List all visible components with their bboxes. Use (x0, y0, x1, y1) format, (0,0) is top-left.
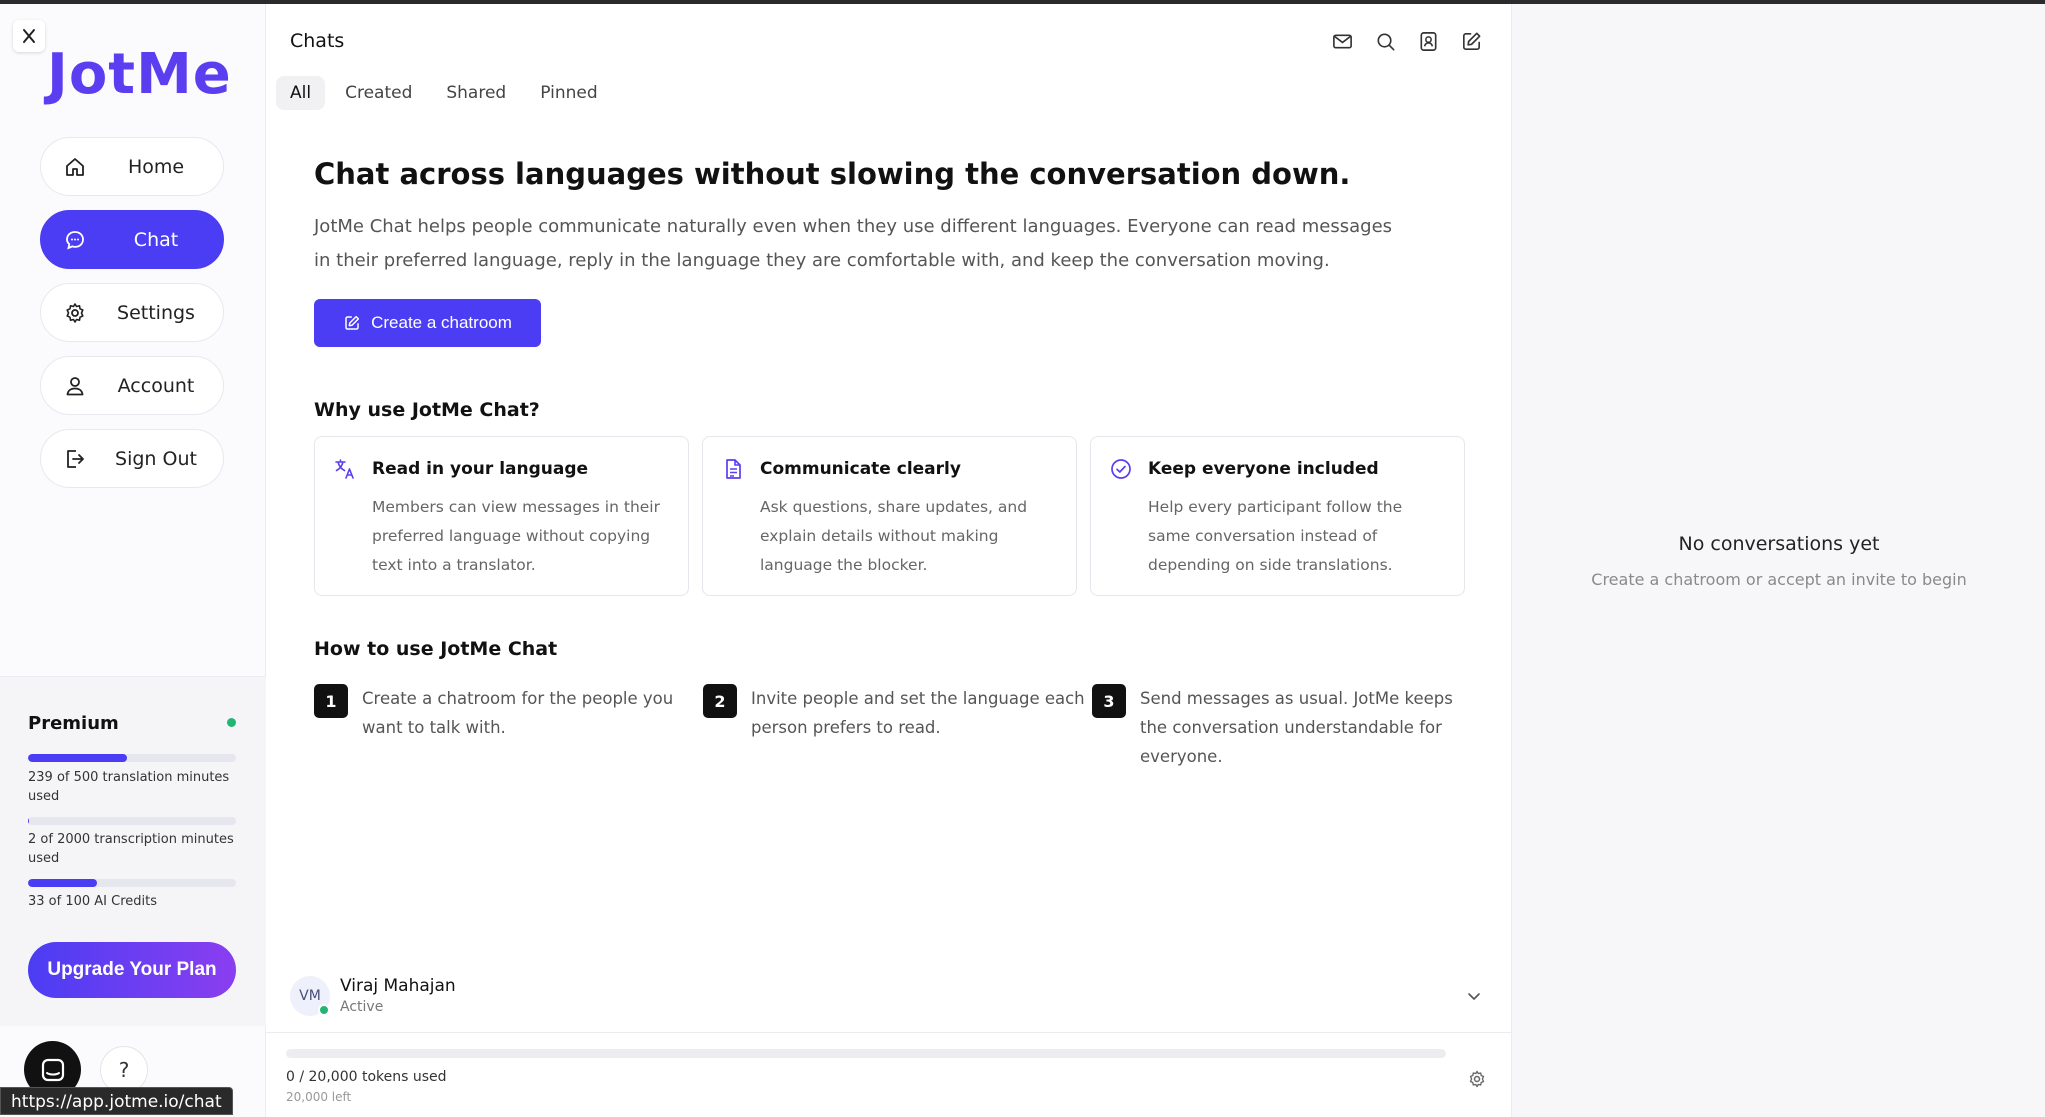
intro-text: JotMe Chat helps people communicate natu… (314, 216, 1393, 271)
step-text: Create a chatroom for the people you wan… (362, 689, 674, 737)
page-title: Chats (290, 30, 345, 52)
transcription-usage-label: 2 of 2000 transcription minutes used (28, 832, 234, 866)
sign-out-icon (67, 450, 84, 468)
header-actions (1331, 30, 1483, 53)
url-status-tooltip: https://app.jotme.io/chat (0, 1087, 233, 1115)
step-text: Invite people and set the language each … (751, 689, 1085, 737)
nav-account[interactable]: Account (40, 356, 224, 415)
online-status-dot (318, 1004, 330, 1016)
why-section-title: Why use JotMe Chat? (314, 399, 540, 421)
close-icon (23, 29, 35, 43)
ai-credits-usage-fill (28, 879, 97, 887)
feature-body: Members can view messages in their prefe… (372, 498, 660, 574)
message-box-icon (41, 1058, 64, 1081)
edit-icon (345, 315, 360, 330)
token-usage-footer: 0 / 20,000 tokens used 20,000 left (266, 1032, 1511, 1117)
translate-icon (335, 459, 354, 479)
plan-status-dot (227, 718, 236, 727)
transcription-usage-fill (28, 817, 30, 825)
nav-sign-out[interactable]: Sign Out (40, 429, 224, 488)
nav-settings-label: Settings (117, 301, 195, 324)
tab-created[interactable]: Created (331, 76, 426, 110)
tab-pinned[interactable]: Pinned (526, 76, 611, 110)
close-sidebar-button[interactable] (13, 20, 45, 52)
contacts-icon[interactable] (1417, 30, 1440, 53)
feature-title: Read in your language (372, 459, 589, 479)
nav-home[interactable]: Home (40, 137, 224, 196)
translation-usage-fill (28, 754, 128, 762)
step-number: 2 (703, 684, 737, 718)
ai-credits-usage-bar (28, 879, 236, 887)
nav-account-label: Account (117, 374, 195, 397)
step-number: 1 (314, 684, 348, 718)
plan-title: Premium (28, 713, 119, 734)
translation-usage-bar (28, 754, 236, 762)
nav-sign-out-label: Sign Out (115, 447, 197, 470)
plan-usage-panel: Premium 239 of 500 translation minutes u… (0, 676, 266, 1026)
tokens-left-label: 20,000 left (286, 1090, 352, 1104)
user-icon (66, 377, 84, 396)
user-status: Active (340, 999, 384, 1015)
gear-icon (66, 303, 84, 323)
user-name: Viraj Mahajan (340, 976, 456, 996)
feature-title: Communicate clearly (760, 459, 961, 479)
feature-body: Help every participant follow the same c… (1148, 498, 1403, 574)
app-logo: JotMe (47, 42, 232, 107)
check-circle-icon (1111, 459, 1131, 479)
create-chatroom-button[interactable]: Create a chatroom (314, 299, 541, 347)
tokens-used-label: 0 / 20,000 tokens used (286, 1069, 447, 1085)
nav-chat[interactable]: Chat (40, 210, 224, 269)
chat-filter-tabs: All Created Shared Pinned (276, 76, 612, 110)
new-chat-icon[interactable] (1460, 30, 1483, 53)
current-user-row[interactable]: VM Viraj Mahajan Active (290, 974, 1486, 1022)
upgrade-plan-button[interactable]: Upgrade Your Plan (28, 942, 236, 998)
nav-chat-label: Chat (133, 228, 179, 251)
feature-card-included: Keep everyone included Help every partic… (1090, 436, 1465, 596)
document-icon (726, 459, 741, 479)
tab-shared[interactable]: Shared (432, 76, 520, 110)
how-section-title: How to use JotMe Chat (314, 638, 558, 660)
feature-card-language: Read in your language Members can view m… (314, 436, 689, 596)
chevron-down-icon[interactable] (1466, 988, 1482, 1004)
feature-title: Keep everyone included (1148, 459, 1379, 479)
nav-home-label: Home (127, 155, 185, 178)
chats-main-panel: Chats All Created Shared Pinned Chat acr… (266, 4, 1511, 1117)
ai-credits-usage-label: 33 of 100 AI Credits (28, 894, 158, 909)
create-chatroom-label: Create a chatroom (371, 313, 512, 332)
transcription-usage-bar (28, 817, 236, 825)
empty-state-subtitle: Create a chatroom or accept an invite to… (1591, 570, 1967, 589)
hero-title: Chat across languages without slowing th… (314, 157, 1351, 191)
mail-icon[interactable] (1331, 30, 1354, 53)
home-icon (66, 158, 84, 176)
chat-bubble-icon (66, 231, 84, 250)
empty-state-title: No conversations yet (1678, 533, 1880, 555)
step-number: 3 (1092, 684, 1126, 718)
step-text: Send messages as usual. JotMe keeps the … (1140, 689, 1453, 766)
feature-body: Ask questions, share updates, and explai… (760, 498, 1028, 574)
search-icon[interactable] (1374, 30, 1397, 53)
gear-icon[interactable] (1467, 1069, 1487, 1089)
nav-settings[interactable]: Settings (40, 283, 224, 342)
feature-card-communicate: Communicate clearly Ask questions, share… (702, 436, 1077, 596)
tab-all[interactable]: All (276, 76, 326, 110)
token-usage-bar (286, 1049, 1446, 1058)
conversation-panel: No conversations yet Create a chatroom o… (1511, 4, 2045, 1117)
sidebar: JotMe Home Chat Settings Account Sign Ou… (0, 4, 266, 1117)
translation-usage-label: 239 of 500 translation minutes used (28, 770, 230, 804)
